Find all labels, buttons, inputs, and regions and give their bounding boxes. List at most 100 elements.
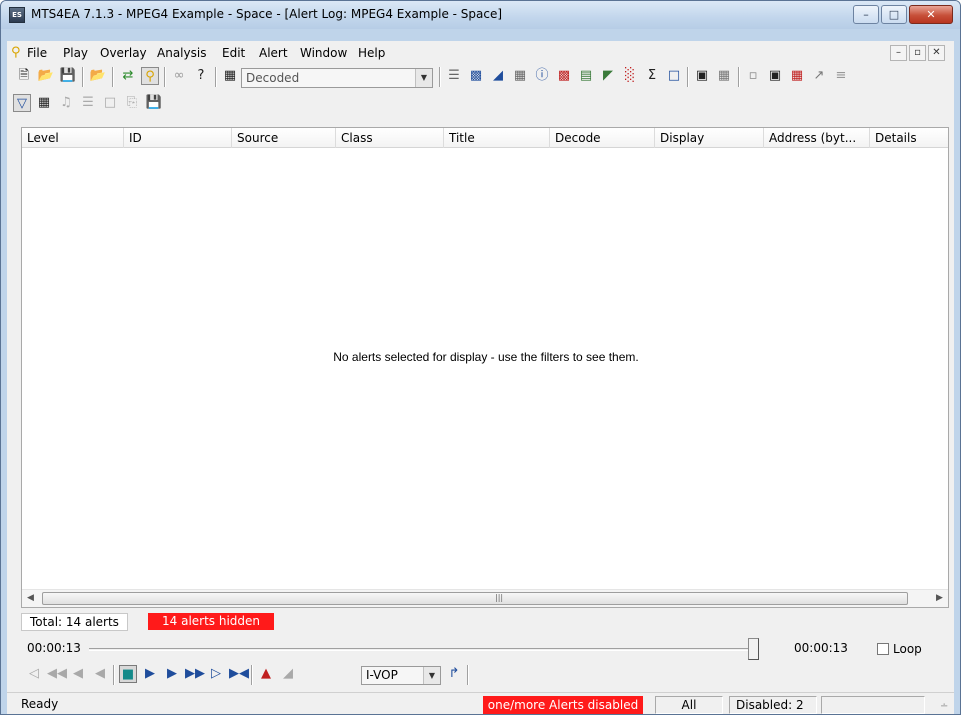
- frame-marker-icon[interactable]: ▲: [257, 665, 275, 683]
- loop-label: Loop: [893, 642, 922, 656]
- mdi-restore-button[interactable]: ▫: [909, 45, 926, 61]
- empty-state-message: No alerts selected for display - use the…: [333, 350, 639, 364]
- menu-help[interactable]: Help: [358, 46, 385, 60]
- table-view-icon[interactable]: ☰: [445, 67, 463, 85]
- current-time: 00:00:13: [27, 641, 81, 655]
- import-icon[interactable]: ≡: [832, 67, 850, 85]
- open-project-icon[interactable]: 📂: [89, 67, 107, 85]
- window-title: MTS4EA 7.1.3 - MPEG4 Example - Space - […: [31, 7, 503, 21]
- total-alerts-tab[interactable]: Total: 14 alerts: [21, 613, 128, 631]
- window-icon[interactable]: □: [101, 94, 119, 112]
- column-header-id[interactable]: ID: [124, 128, 232, 148]
- mdi-minimize-button[interactable]: –: [890, 45, 907, 61]
- hidden-alerts-badge[interactable]: 14 alerts hidden: [148, 613, 275, 630]
- menu-overlay[interactable]: Overlay: [100, 46, 147, 60]
- column-header-source[interactable]: Source: [232, 128, 336, 148]
- display-mode-value: Decoded: [246, 71, 300, 85]
- column-header-display[interactable]: Display: [655, 128, 764, 148]
- toolbar-separator: [82, 67, 84, 87]
- alert-bulb-toggle-icon[interactable]: ⚲: [141, 67, 159, 85]
- title-bar[interactable]: ES MTS4EA 7.1.3 - MPEG4 Example - Space …: [1, 1, 960, 29]
- grid-view-icon[interactable]: ▦: [511, 67, 529, 85]
- save-icon[interactable]: 💾: [59, 67, 77, 85]
- display-mode-select[interactable]: Decoded ▼: [241, 68, 433, 88]
- open-folder-icon[interactable]: 📂: [37, 67, 55, 85]
- position-slider-track[interactable]: [89, 648, 759, 651]
- help-icon[interactable]: ?: [192, 67, 210, 85]
- status-empty-panel: [821, 696, 925, 714]
- position-slider-thumb[interactable]: [748, 638, 759, 660]
- close-button[interactable]: ✕: [909, 5, 953, 24]
- link-icon[interactable]: ∞: [170, 67, 188, 85]
- column-header-decode[interactable]: Decode: [550, 128, 655, 148]
- picture-icon[interactable]: ▣: [693, 67, 711, 85]
- alert-log-table[interactable]: Level ID Source Class Title Decode Displ…: [21, 127, 949, 608]
- frame-type-select[interactable]: I-VOP ▼: [361, 666, 441, 685]
- alert-bulb-icon[interactable]: ⚲: [11, 45, 23, 61]
- column-header-level[interactable]: Level: [22, 128, 124, 148]
- toolbar-separator: [738, 67, 740, 87]
- chevron-down-icon[interactable]: ▼: [423, 667, 440, 684]
- column-header-address[interactable]: Address (byt...: [764, 128, 870, 148]
- status-filter-panel: All: [655, 696, 723, 714]
- skip-to-end-icon[interactable]: ▶◀: [229, 665, 249, 683]
- resize-grip-icon[interactable]: ∸: [940, 702, 952, 714]
- menu-window[interactable]: Window: [300, 46, 347, 60]
- app-window: ES MTS4EA 7.1.3 - MPEG4 Example - Space …: [0, 0, 961, 715]
- toolbar-separator: [687, 67, 689, 87]
- bitrate-chart-icon[interactable]: ◢: [489, 67, 507, 85]
- window-overlay-icon[interactable]: ▣: [766, 67, 784, 85]
- menu-play[interactable]: Play: [63, 46, 88, 60]
- column-header-details[interactable]: Details: [870, 128, 948, 148]
- filter-icon[interactable]: ▽: [13, 94, 31, 112]
- copy-icon[interactable]: ⎘: [123, 94, 141, 112]
- factory-icon[interactable]: ▦: [715, 67, 733, 85]
- minimize-button[interactable]: –: [853, 5, 879, 24]
- sum-icon[interactable]: Σ: [643, 67, 661, 85]
- scroll-left-icon[interactable]: ◀: [22, 590, 39, 607]
- export-icon[interactable]: ↗: [810, 67, 828, 85]
- menu-alert[interactable]: Alert: [259, 46, 288, 60]
- structure-icon[interactable]: ▤: [577, 67, 595, 85]
- grid-red-icon[interactable]: ▦: [788, 67, 806, 85]
- save-log-icon[interactable]: 💾: [145, 94, 163, 112]
- column-header-class[interactable]: Class: [336, 128, 444, 148]
- toolbar-separator: [251, 665, 253, 685]
- actual-size-icon[interactable]: ▫: [744, 67, 762, 85]
- info-icon[interactable]: ⓘ: [533, 67, 551, 85]
- step-back-icon[interactable]: ◀: [91, 665, 109, 683]
- play-icon[interactable]: ▶: [163, 665, 181, 683]
- loop-checkbox[interactable]: [877, 643, 889, 655]
- fast-forward-icon[interactable]: ▶▶: [185, 665, 205, 683]
- music-note-icon[interactable]: ♫: [57, 94, 75, 112]
- chevron-down-icon[interactable]: ▼: [415, 69, 432, 87]
- stop-icon[interactable]: ■: [119, 665, 137, 683]
- toolbar-separator: [112, 67, 114, 87]
- go-to-start-icon[interactable]: ◁: [25, 665, 43, 683]
- maximize-button[interactable]: □: [881, 5, 907, 24]
- column-header-title[interactable]: Title: [444, 128, 550, 148]
- rewind-icon[interactable]: ◀: [69, 665, 87, 683]
- go-to-frame-icon[interactable]: ↱: [445, 665, 463, 683]
- macroblock-icon[interactable]: ▩: [555, 67, 573, 85]
- swap-icon[interactable]: ⇄: [119, 67, 137, 85]
- menu-file[interactable]: File: [27, 46, 47, 60]
- film-strip-icon[interactable]: ▦: [35, 94, 53, 112]
- scroll-right-icon[interactable]: ▶: [931, 590, 948, 607]
- mdi-close-button[interactable]: ✕: [928, 45, 945, 61]
- bar-chart-icon[interactable]: ░: [621, 67, 639, 85]
- menu-edit[interactable]: Edit: [222, 46, 245, 60]
- list-tree-icon[interactable]: ☰: [79, 94, 97, 112]
- area-chart-icon[interactable]: ◤: [599, 67, 617, 85]
- new-document-icon[interactable]: 🗎: [15, 67, 33, 85]
- fast-rewind-icon[interactable]: ◀◀: [47, 665, 67, 683]
- comment-icon[interactable]: □: [665, 67, 683, 85]
- hex-view-icon[interactable]: ▩: [467, 67, 485, 85]
- scrollbar-thumb[interactable]: |||: [42, 592, 908, 605]
- go-to-end-icon[interactable]: ▷: [207, 665, 225, 683]
- menu-analysis[interactable]: Analysis: [157, 46, 206, 60]
- horizontal-scrollbar[interactable]: ◀ ||| ▶: [22, 589, 948, 607]
- film-icon[interactable]: ▦: [221, 67, 239, 85]
- step-forward-icon[interactable]: ▶: [141, 665, 159, 683]
- frame-chart-icon[interactable]: ◢: [279, 665, 297, 683]
